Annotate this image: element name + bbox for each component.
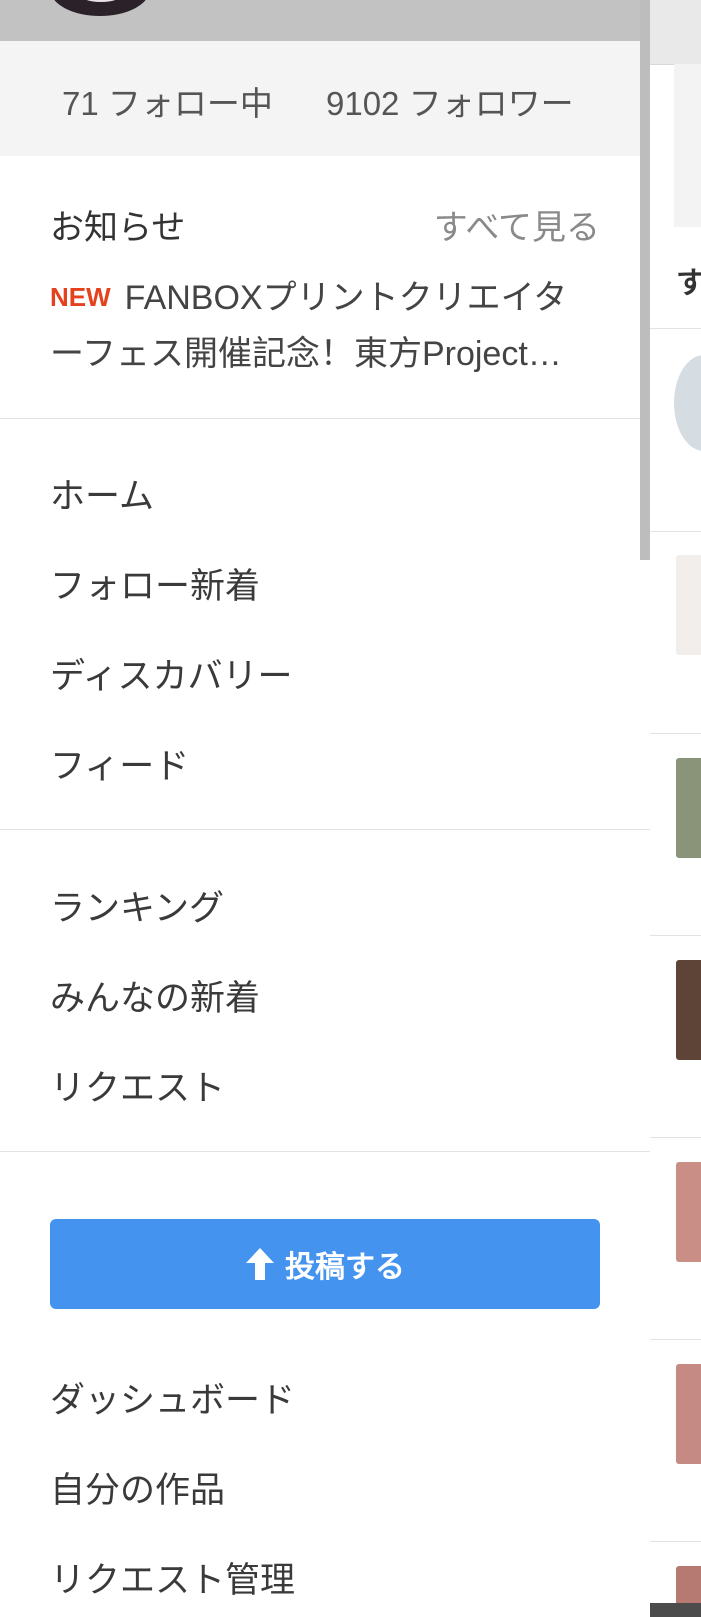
following-count: 71 [62, 85, 99, 122]
menu-item-my-works[interactable]: 自分の作品 [50, 1462, 225, 1513]
notice-text: FANBOXプリントクリエイターフェス開催記念！東方Project… [50, 279, 568, 373]
background-divider [650, 531, 701, 532]
arrow-up-icon [246, 1248, 274, 1280]
background-divider [650, 1339, 701, 1340]
post-button[interactable]: 投稿する [50, 1219, 600, 1309]
divider [0, 418, 650, 419]
following-label: フォロー中 [107, 85, 273, 122]
follower-label: フォロワー [408, 85, 574, 122]
following-link[interactable]: 71 フォロー中 [62, 77, 273, 125]
divider [0, 1151, 650, 1152]
drawer-header [0, 0, 640, 41]
menu-item-ranking[interactable]: ランキング [50, 880, 224, 931]
new-badge: NEW [50, 282, 111, 312]
divider [0, 829, 650, 830]
background-page: す [650, 0, 701, 1617]
background-thumbnail[interactable] [676, 1162, 701, 1262]
background-thumbnail[interactable] [676, 555, 701, 655]
menu-item-request[interactable]: リクエスト [50, 1060, 225, 1111]
background-divider [650, 733, 701, 734]
menu-item-everyone-new[interactable]: みんなの新着 [50, 970, 260, 1021]
see-all-link[interactable]: すべて見る [434, 200, 600, 249]
navigation-drawer: 71 フォロー中 9102 フォロワー お知らせ すべて見る NEW FANBOX… [0, 0, 650, 1617]
background-thumbnail[interactable] [676, 758, 701, 858]
menu-item-feed[interactable]: フィード [50, 738, 189, 789]
background-divider [650, 935, 701, 936]
background-divider [650, 328, 701, 329]
menu-item-discovery[interactable]: ディスカバリー [50, 648, 293, 699]
background-thumbnail[interactable] [676, 1364, 701, 1464]
menu-item-dashboard[interactable]: ダッシュボード [50, 1372, 295, 1423]
background-bottom-bar [650, 1603, 701, 1617]
background-top-bar [650, 0, 701, 65]
background-banner [674, 64, 701, 227]
menu-item-following-new[interactable]: フォロー新着 [50, 558, 260, 609]
notice-title: お知らせ [50, 209, 186, 247]
background-avatar [674, 355, 701, 451]
follower-count: 9102 [326, 85, 400, 122]
menu-item-home[interactable]: ホーム [50, 468, 154, 519]
menu-item-request-management[interactable]: リクエスト管理 [50, 1552, 295, 1603]
notice-item[interactable]: NEW FANBOXプリントクリエイターフェス開催記念！東方Project… [50, 269, 590, 382]
follow-stats: 71 フォロー中 9102 フォロワー [0, 41, 640, 156]
background-section-heading: す [676, 266, 701, 301]
user-avatar[interactable] [50, 0, 150, 16]
scrollbar[interactable] [640, 0, 650, 560]
followers-link[interactable]: 9102 フォロワー [326, 77, 574, 125]
post-button-label: 投稿する [285, 1251, 405, 1284]
background-thumbnail[interactable] [676, 960, 701, 1060]
background-divider [650, 1541, 701, 1542]
background-divider [650, 1137, 701, 1138]
